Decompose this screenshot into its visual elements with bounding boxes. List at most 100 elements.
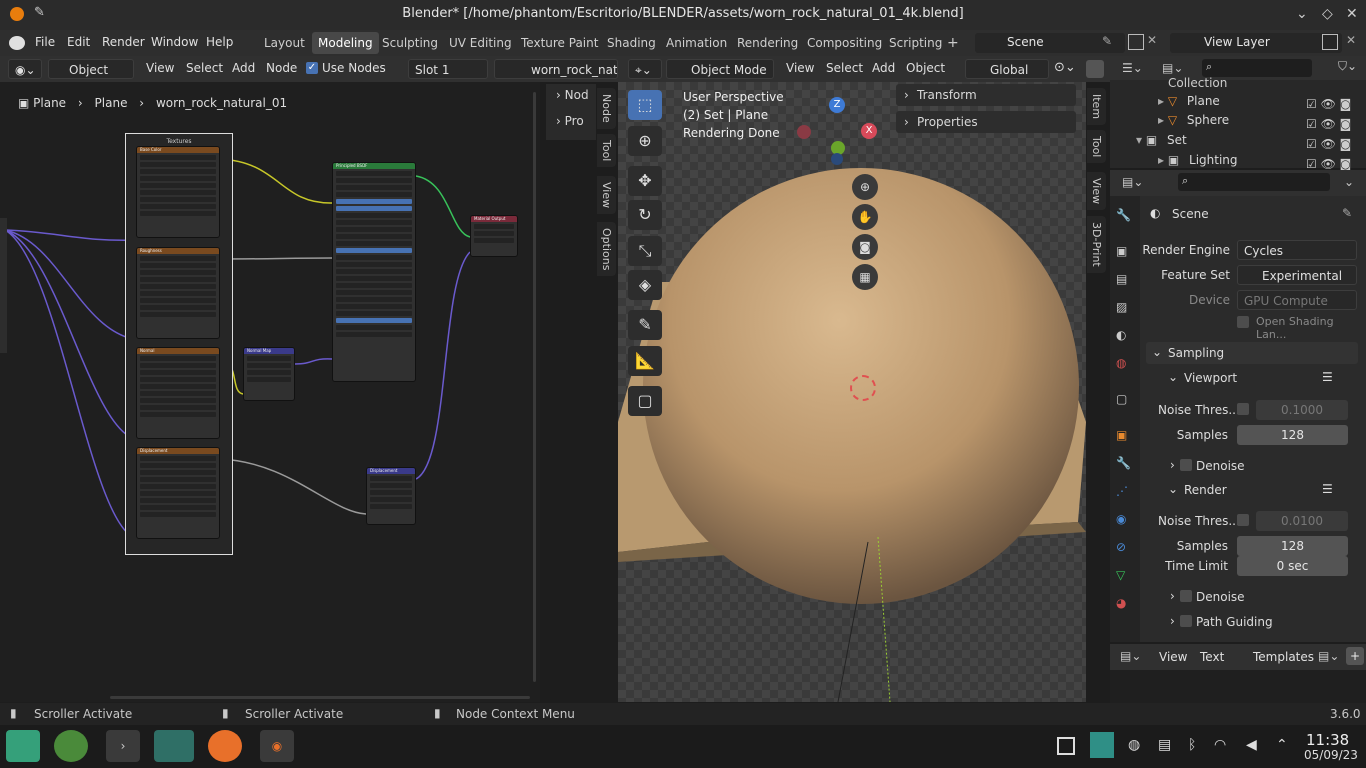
viewport-samples-field[interactable]: 128 (1237, 425, 1348, 445)
menu-file[interactable]: File (35, 35, 55, 49)
vp-menu-add[interactable]: Add (872, 61, 895, 75)
world-tab-icon[interactable]: ◍ (1116, 356, 1126, 370)
camera-view-icon[interactable]: ◙ (852, 234, 878, 260)
new-text-icon[interactable]: + (1346, 647, 1364, 665)
image-texture-node[interactable]: Displacement (136, 447, 220, 539)
terminal-icon[interactable]: › (106, 730, 140, 762)
outliner-item[interactable]: ▸ ▽ Sphere (1158, 113, 1229, 127)
outliner-item[interactable]: ▸ ▽ Plane (1158, 94, 1220, 108)
menu-edit[interactable]: Edit (67, 35, 90, 49)
material-selector[interactable]: worn_rock_natur (494, 59, 618, 79)
wifi-icon[interactable]: ◠ (1214, 737, 1226, 753)
outliner-visibility-icons[interactable]: ☑ 👁 ◙ ☑ 👁 ◙ ☑ 👁 ◙ ☑ 👁 ◙ (1306, 94, 1351, 174)
pin-icon[interactable]: ✎ (1342, 206, 1352, 220)
show-desktop-icon[interactable] (1057, 737, 1075, 755)
te-menu-templates[interactable]: Templates (1253, 650, 1314, 664)
delete-scene-icon[interactable]: ✕ (1147, 33, 1157, 47)
bluetooth-icon[interactable]: ᛒ (1188, 737, 1196, 753)
chevron-right-icon[interactable]: › (1170, 458, 1175, 472)
filter-icon[interactable]: ⛉⌄ (1338, 59, 1357, 74)
te-menu-view[interactable]: View (1159, 650, 1187, 664)
x-axis-gizmo[interactable]: X (861, 123, 877, 139)
ne-menu-select[interactable]: Select (186, 61, 223, 75)
tab-animation[interactable]: Animation (660, 32, 733, 54)
vertical-scrollbar[interactable] (533, 92, 536, 682)
tab-view[interactable]: View (597, 176, 616, 215)
menu-render[interactable]: Render (102, 35, 145, 49)
workspace-switcher-icon[interactable] (1090, 732, 1114, 758)
constraints-tab-icon[interactable]: ⊘ (1116, 540, 1126, 554)
3d-cursor-icon[interactable] (850, 375, 876, 401)
shader-type-dropdown[interactable]: Object (48, 59, 134, 79)
blender-menu-icon[interactable] (9, 36, 25, 50)
new-scene-icon[interactable] (1128, 34, 1144, 50)
open-shading-checkbox[interactable] (1237, 316, 1249, 331)
tool-tab-icon[interactable]: 🔧 (1116, 208, 1131, 222)
pan-hand-icon[interactable]: ✋ (852, 204, 878, 230)
material-output-node[interactable]: Material Output (470, 215, 518, 257)
ne-menu-view[interactable]: View (146, 61, 174, 75)
text-editor-area[interactable] (1110, 670, 1366, 703)
display-mode-icon[interactable]: ▤⌄ (1162, 61, 1183, 75)
annotate-tool-icon[interactable]: ✎ (628, 310, 662, 340)
feature-set-dropdown[interactable]: Experimental (1237, 265, 1357, 285)
tab-rendering[interactable]: Rendering (731, 32, 804, 54)
render-samples-field[interactable]: 128 (1237, 536, 1348, 556)
file-manager-icon[interactable] (154, 730, 194, 762)
zoom-icon[interactable]: ⊕ (852, 174, 878, 200)
3d-viewport[interactable] (618, 82, 1086, 702)
tab-sculpting[interactable]: Sculpting (376, 32, 444, 54)
transform-tool-icon[interactable]: ◈ (628, 270, 662, 300)
tab-compositing[interactable]: Compositing (801, 32, 888, 54)
tab-view[interactable]: View (1087, 172, 1106, 211)
use-nodes-checkbox[interactable]: ✓ (306, 62, 318, 74)
chevron-right-icon[interactable]: › (1170, 614, 1175, 628)
tab-options[interactable]: Options (597, 222, 616, 277)
image-texture-node[interactable]: Base Color (136, 146, 220, 238)
tab-modeling[interactable]: Modeling (312, 32, 379, 54)
tab-uv-editing[interactable]: UV Editing (443, 32, 518, 54)
menu-window[interactable]: Window (151, 35, 198, 49)
te-menu-text[interactable]: Text (1200, 650, 1224, 664)
outliner-collection[interactable]: Collection (1168, 76, 1227, 90)
tab-item[interactable]: Item (1087, 88, 1106, 126)
text-editor-type-icon[interactable]: ▤⌄ (1120, 649, 1141, 663)
volume-icon[interactable]: ◀ (1246, 737, 1257, 753)
update-tray-icon[interactable]: ◍ (1128, 737, 1140, 753)
render-engine-dropdown[interactable]: Cycles (1237, 240, 1357, 260)
blender-taskbar-icon[interactable]: ◉ (260, 730, 294, 762)
viewport-denoise-checkbox[interactable] (1180, 459, 1192, 474)
outliner-item[interactable]: ▸ ▣ Lighting (1158, 153, 1238, 167)
principled-bsdf-node[interactable]: Principled BSDF (332, 162, 416, 382)
app-menu-icon[interactable] (6, 730, 40, 762)
move-tool-icon[interactable]: ✥ (628, 166, 662, 196)
perspective-grid-icon[interactable]: ▦ (852, 264, 878, 290)
path-guiding-checkbox[interactable] (1180, 615, 1192, 630)
render-noise-field[interactable]: 0.0100 (1256, 511, 1348, 531)
select-box-tool-icon[interactable]: ⬚ (628, 90, 662, 120)
horizontal-scrollbar[interactable] (110, 696, 530, 699)
properties-search-input[interactable]: ⌕ (1178, 173, 1330, 191)
tab-3d-print[interactable]: 3D-Print (1087, 216, 1106, 273)
tray-expand-icon[interactable]: ⌃ (1276, 737, 1288, 753)
normal-map-node[interactable]: Normal Map (243, 347, 295, 401)
physics-tab-icon[interactable]: ◉ (1116, 512, 1126, 526)
device-dropdown[interactable]: GPU Compute (1237, 290, 1357, 310)
collection-tab-icon[interactable]: ▢ (1116, 392, 1127, 406)
z-axis-gizmo[interactable]: Z (829, 97, 845, 113)
chevron-right-icon[interactable]: › (1170, 589, 1175, 603)
close-icon[interactable]: ✕ (1346, 6, 1358, 22)
view-layer-tab-icon[interactable]: ▨ (1116, 300, 1127, 314)
tab-scripting[interactable]: Scripting (883, 32, 948, 54)
orientation-dropdown[interactable]: Global (965, 59, 1049, 79)
node-editor[interactable]: ▣ Plane › Plane › worn_rock_natural_01 T… (0, 82, 540, 702)
list-icon[interactable]: ☰ (1322, 370, 1333, 384)
viewport-noise-field[interactable]: 0.1000 (1256, 400, 1348, 420)
image-texture-node[interactable]: Roughness (136, 247, 220, 339)
list-icon[interactable]: ☰ (1322, 482, 1333, 496)
pivot-icon[interactable]: ⊙⌄ (1054, 60, 1076, 75)
vp-menu-select[interactable]: Select (826, 61, 863, 75)
update-manager-icon[interactable] (54, 730, 88, 762)
render-tab-icon[interactable]: ▣ (1116, 244, 1127, 258)
add-workspace-icon[interactable]: + (947, 35, 959, 51)
